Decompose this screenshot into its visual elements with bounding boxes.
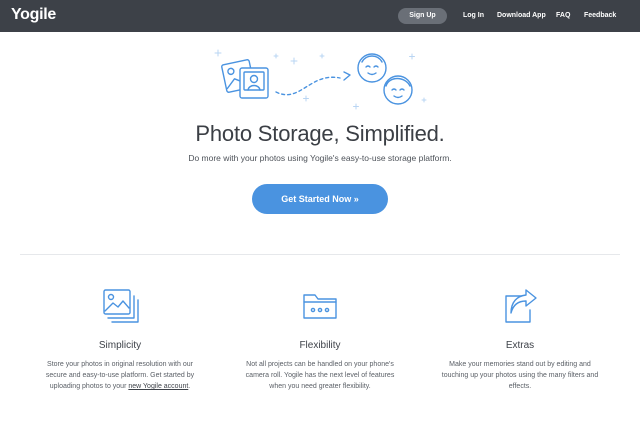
feature-description: Not all projects can be handled on your … xyxy=(245,361,395,390)
login-link[interactable]: Log In xyxy=(463,8,484,24)
feature-flexibility: Flexibility Not all projects can be hand… xyxy=(240,286,400,392)
folder-icon xyxy=(303,294,337,319)
feature-extras: Extras Make your memories stand out by e… xyxy=(440,286,600,392)
feature-description-end: . xyxy=(188,383,191,390)
photo-front-icon xyxy=(239,67,269,99)
feature-title: Simplicity xyxy=(98,340,142,351)
hero-illustration xyxy=(214,49,427,110)
dashed-arrow-path xyxy=(275,76,341,96)
feature-title: Flexibility xyxy=(299,340,341,351)
face-icon-2 xyxy=(383,75,413,105)
top-navbar: Yogile Sign Up Log In Download App FAQ F… xyxy=(0,0,640,32)
feature-description: Store your photos in original resolution… xyxy=(40,359,200,392)
share-icon xyxy=(505,289,537,323)
hero-subtitle: Do more with your photos using Yogile's … xyxy=(188,153,452,163)
logo[interactable]: Yogile xyxy=(11,6,56,24)
signup-button[interactable]: Sign Up xyxy=(398,8,447,24)
get-started-button[interactable]: Get Started Now » xyxy=(252,184,388,214)
feedback-link[interactable]: Feedback xyxy=(584,8,616,24)
feature-simplicity: Simplicity Store your photos in original… xyxy=(40,286,200,392)
feature-title: Extras xyxy=(505,340,535,351)
new-account-link[interactable]: new Yogile account xyxy=(128,383,188,390)
face-icon-1 xyxy=(357,53,387,83)
photos-icon xyxy=(103,289,139,323)
arrow-head-icon xyxy=(343,71,351,81)
hero-title: Photo Storage, Simplified. xyxy=(195,121,445,146)
faq-link[interactable]: FAQ xyxy=(556,8,570,24)
download-app-link[interactable]: Download App xyxy=(497,8,546,24)
feature-description: Make your memories stand out by editing … xyxy=(441,361,599,390)
section-divider xyxy=(20,254,620,255)
